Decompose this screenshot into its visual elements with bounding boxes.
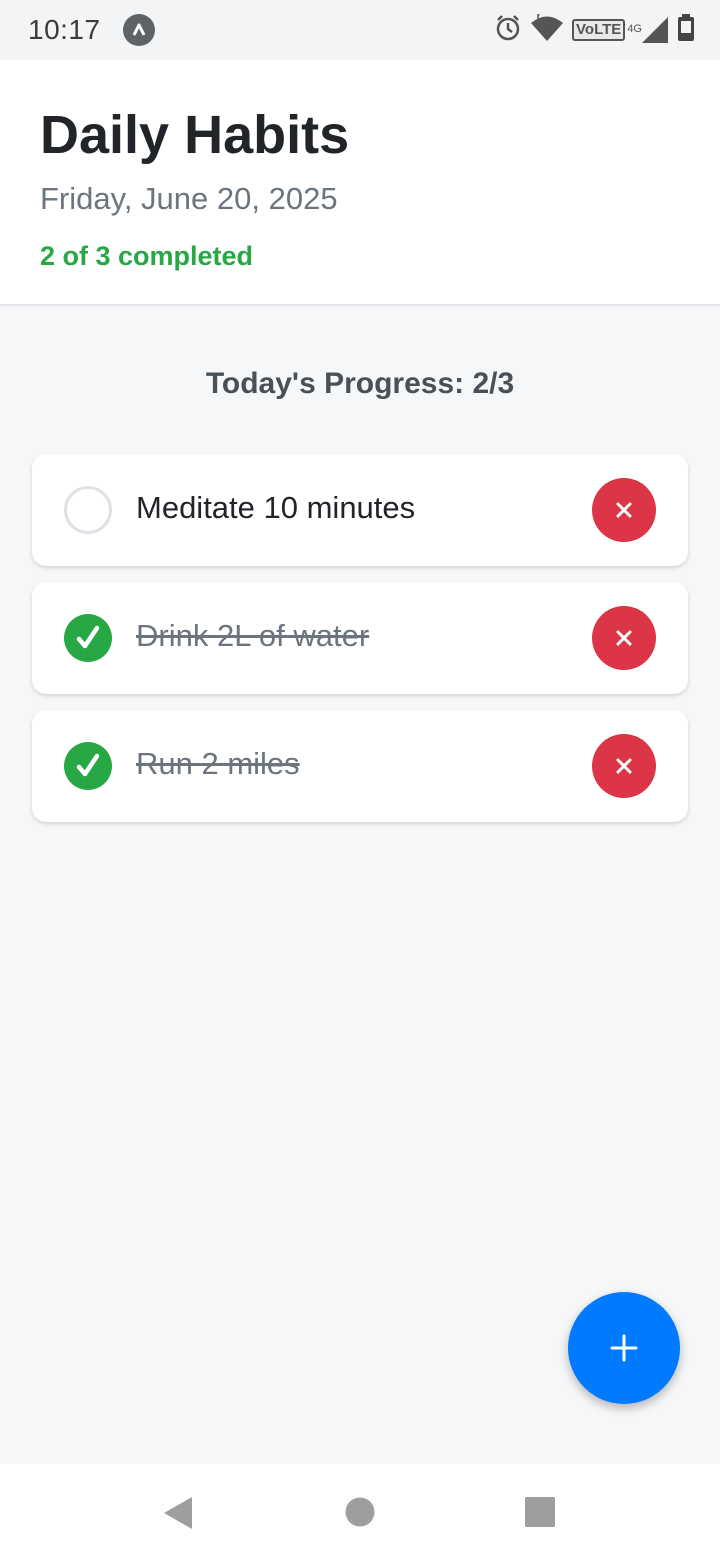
progress-title: Today's Progress: 2/3 — [205, 367, 515, 400]
app-header: Daily Habits Friday, June 20, 2025 2 of … — [0, 60, 720, 306]
habit-label: Meditate 10 minutes — [136, 490, 416, 525]
close-icon — [616, 630, 632, 646]
system-nav-bar — [0, 1464, 720, 1560]
habit-card: Drink 2L of water — [32, 582, 688, 694]
habit-label: Run 2 miles — [136, 746, 300, 781]
page-title: Daily Habits — [40, 105, 350, 165]
checkmark-icon[interactable] — [64, 742, 112, 790]
plus-icon — [610, 1334, 638, 1362]
wifi-icon — [530, 13, 564, 47]
status-icons: VoLTE 4G — [494, 13, 696, 48]
current-date: Friday, June 20, 2025 — [40, 181, 338, 216]
back-icon[interactable] — [162, 1496, 194, 1535]
alarm-icon — [494, 14, 522, 47]
status-bar: 10:17 VoLTE 4G — [0, 0, 720, 60]
app-indicator-icon — [123, 14, 155, 46]
home-icon[interactable] — [345, 1496, 375, 1533]
checkmark-icon[interactable] — [64, 614, 112, 662]
close-icon — [616, 502, 632, 518]
close-icon — [616, 758, 632, 774]
completion-summary: 2 of 3 completed — [40, 241, 254, 271]
cell-signal-icon: 4G — [627, 17, 668, 43]
delete-habit-button[interactable] — [592, 734, 656, 798]
delete-habit-button[interactable] — [592, 606, 656, 670]
add-habit-button[interactable] — [568, 1292, 680, 1404]
delete-habit-button[interactable] — [592, 478, 656, 542]
status-time: 10:17 — [28, 14, 101, 45]
battery-icon — [676, 13, 696, 48]
volte-label: VoLTE — [572, 19, 626, 41]
recents-icon[interactable] — [524, 1496, 556, 1533]
habit-card: Meditate 10 minutes — [32, 454, 688, 566]
network-type-label: 4G — [627, 23, 642, 35]
habit-card: Run 2 miles — [32, 710, 688, 822]
habit-label: Drink 2L of water — [136, 618, 370, 653]
empty-circle-icon[interactable] — [64, 486, 112, 534]
